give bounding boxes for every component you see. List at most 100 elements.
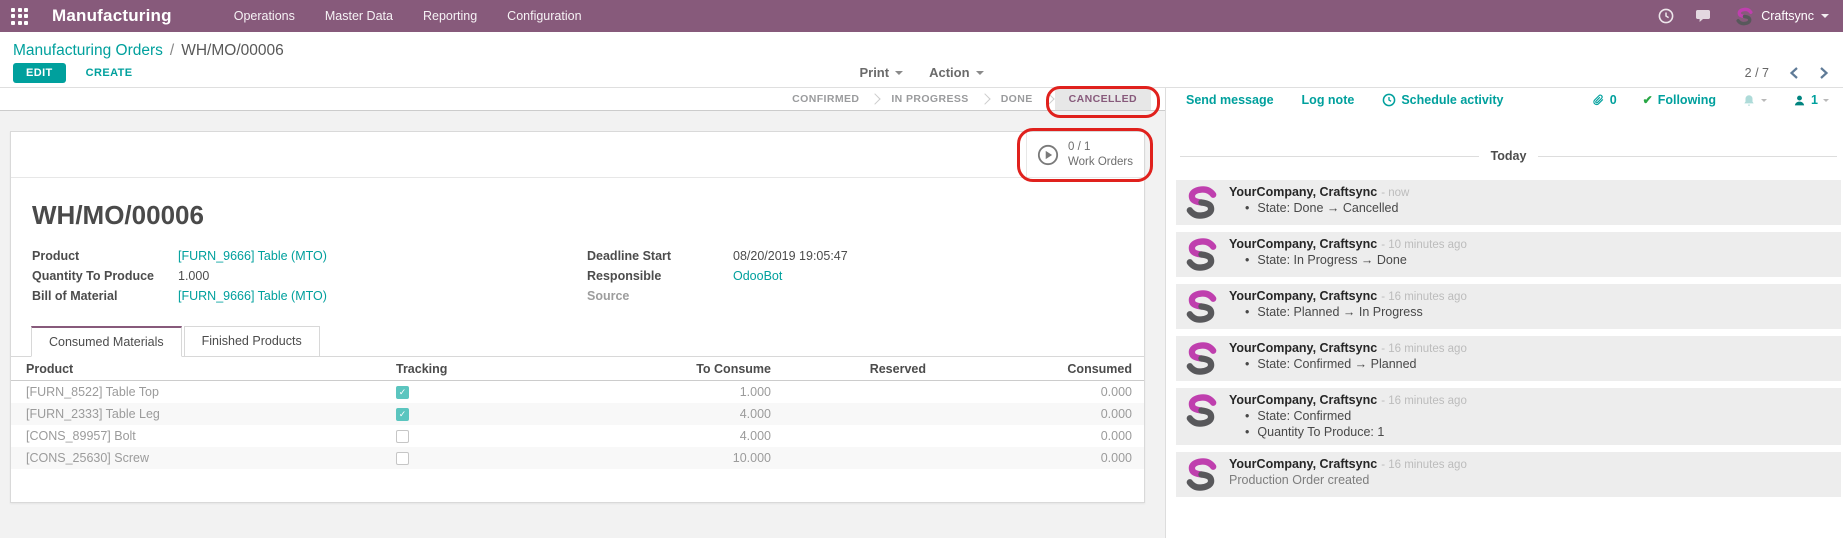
message-author[interactable]: YourCompany, Craftsync	[1229, 393, 1377, 407]
status-step-in-progress[interactable]: IN PROGRESS	[881, 88, 978, 110]
breadcrumb-parent-link[interactable]: Manufacturing Orders	[13, 42, 163, 60]
column-reserved[interactable]: Reserved	[781, 362, 931, 376]
table-row[interactable]: [FURN_2333] Table Leg 4.000 0.000	[11, 403, 1144, 425]
bill-of-material-label: Bill of Material	[32, 289, 178, 303]
menu-reporting[interactable]: Reporting	[423, 9, 477, 23]
chatter-message: YourCompany, Craftsync- 16 minutes ago S…	[1176, 388, 1841, 445]
chatter-message: YourCompany, Craftsync - 16 minutes ago P…	[1176, 452, 1841, 497]
table-row[interactable]: [CONS_25630] Screw 10.000 0.000	[11, 447, 1144, 469]
log-note-button[interactable]: Log note	[1302, 93, 1355, 107]
message-time: - 16 minutes ago	[1381, 459, 1467, 471]
reserved-cell	[781, 451, 931, 465]
edit-button[interactable]: EDIT	[13, 63, 66, 83]
quantity-to-produce-value: 1.000	[178, 269, 209, 283]
product-cell[interactable]: [FURN_2333] Table Leg	[11, 407, 396, 421]
user-menu[interactable]: Craftsync	[1735, 7, 1829, 26]
following-button[interactable]: ✔ Following	[1643, 93, 1716, 107]
send-message-button[interactable]: Send message	[1186, 93, 1274, 107]
tracking-checkbox[interactable]	[396, 452, 409, 465]
followers-button[interactable]: 1	[1793, 93, 1829, 107]
breadcrumb-separator: /	[170, 42, 174, 60]
notifications-bell-button[interactable]	[1742, 93, 1767, 108]
breadcrumb: Manufacturing Orders / WH/MO/00006	[0, 32, 1843, 62]
breadcrumb-current: WH/MO/00006	[181, 42, 284, 60]
author-avatar	[1184, 237, 1219, 272]
tab-consumed-materials[interactable]: Consumed Materials	[31, 326, 182, 357]
date-divider: Today	[1180, 149, 1837, 163]
column-consumed[interactable]: Consumed	[931, 362, 1144, 376]
message-time: - 16 minutes ago	[1381, 395, 1467, 407]
message-list: YourCompany, Craftsync- now State: Done …	[1166, 180, 1843, 504]
chatter-topbar: Send message Log note Schedule activity …	[1166, 88, 1843, 112]
tracking-checkbox[interactable]	[396, 386, 409, 399]
column-to-consume[interactable]: To Consume	[481, 362, 781, 376]
print-dropdown[interactable]: Print	[859, 65, 903, 80]
status-step-cancelled-active[interactable]: CANCELLED	[1055, 88, 1151, 110]
message-author[interactable]: YourCompany, Craftsync	[1229, 237, 1377, 251]
attachments-button[interactable]: 0	[1592, 93, 1617, 108]
responsible-label: Responsible	[587, 269, 733, 283]
consumed-cell: 0.000	[931, 407, 1144, 421]
messages-chat-icon[interactable]	[1696, 9, 1713, 24]
menu-master-data[interactable]: Master Data	[325, 9, 393, 23]
follower-count: 1	[1811, 93, 1818, 107]
create-button[interactable]: CREATE	[86, 67, 133, 79]
activities-clock-icon[interactable]	[1658, 8, 1674, 24]
apps-grid-icon[interactable]	[11, 8, 28, 25]
consumed-cell: 0.000	[931, 385, 1144, 399]
app-title: Manufacturing	[52, 6, 172, 26]
author-avatar	[1184, 341, 1219, 376]
chevron-down-icon	[1761, 99, 1767, 105]
clock-icon	[1382, 93, 1396, 107]
tracking-checkbox[interactable]	[396, 408, 409, 421]
product-cell[interactable]: [CONS_89957] Bolt	[11, 429, 396, 443]
message-time: - 16 minutes ago	[1381, 291, 1467, 303]
consumed-cell: 0.000	[931, 451, 1144, 465]
pager-previous-button[interactable]	[1789, 66, 1799, 80]
product-label: Product	[32, 249, 178, 263]
message-author[interactable]: YourCompany, Craftsync	[1229, 185, 1377, 199]
status-arrow-separator	[870, 93, 881, 104]
status-step-done[interactable]: DONE	[991, 88, 1043, 110]
schedule-activity-button[interactable]: Schedule activity	[1382, 93, 1503, 107]
reserved-cell	[781, 429, 931, 443]
message-author[interactable]: YourCompany, Craftsync	[1229, 289, 1377, 303]
chatter-message: YourCompany, Craftsync- now State: Done …	[1176, 180, 1841, 225]
message-author[interactable]: YourCompany, Craftsync	[1229, 457, 1377, 471]
menu-configuration[interactable]: Configuration	[507, 9, 581, 23]
product-cell[interactable]: [CONS_25630] Screw	[11, 451, 396, 465]
product-value-link[interactable]: [FURN_9666] Table (MTO)	[178, 249, 327, 263]
form-sheet: 0 / 1 Work Orders WH/MO/00006 Product [F…	[10, 131, 1145, 503]
bill-of-material-value-link[interactable]: [FURN_9666] Table (MTO)	[178, 289, 327, 303]
tracking-checkbox[interactable]	[396, 430, 409, 443]
message-author[interactable]: YourCompany, Craftsync	[1229, 341, 1377, 355]
attachment-count: 0	[1610, 93, 1617, 107]
responsible-value-link[interactable]: OdooBot	[733, 269, 782, 283]
record-title: WH/MO/00006	[32, 200, 1144, 231]
work-orders-stat-button[interactable]: 0 / 1 Work Orders	[1026, 132, 1144, 177]
source-label: Source	[587, 289, 733, 303]
column-product[interactable]: Product	[11, 362, 396, 376]
tab-finished-products[interactable]: Finished Products	[184, 326, 320, 357]
message-body: Production Order created	[1229, 473, 1467, 487]
column-tracking[interactable]: Tracking	[396, 362, 481, 376]
product-cell[interactable]: [FURN_8522] Table Top	[11, 385, 396, 399]
control-panel: EDIT CREATE Print Action 2 / 7	[0, 62, 1843, 88]
deadline-start-value: 08/20/2019 19:05:47	[733, 249, 848, 263]
pager-next-button[interactable]	[1819, 66, 1829, 80]
status-step-confirmed[interactable]: CONFIRMED	[782, 88, 869, 110]
user-avatar	[1735, 7, 1754, 26]
quantity-to-produce-label: Quantity To Produce	[32, 269, 178, 283]
date-divider-label: Today	[1491, 149, 1527, 163]
menu-operations[interactable]: Operations	[234, 9, 295, 23]
message-body: State: Confirmed → Planned	[1245, 356, 1467, 372]
table-row[interactable]: [CONS_89957] Bolt 4.000 0.000	[11, 425, 1144, 447]
to-consume-cell: 4.000	[481, 407, 781, 421]
reserved-cell	[781, 385, 931, 399]
check-icon: ✔	[1643, 93, 1653, 107]
chevron-down-icon	[1823, 99, 1829, 105]
message-body: Quantity To Produce: 1	[1245, 424, 1467, 440]
chatter-message: YourCompany, Craftsync- 16 minutes ago S…	[1176, 284, 1841, 329]
action-dropdown[interactable]: Action	[929, 65, 983, 80]
table-row[interactable]: [FURN_8522] Table Top 1.000 0.000	[11, 381, 1144, 403]
